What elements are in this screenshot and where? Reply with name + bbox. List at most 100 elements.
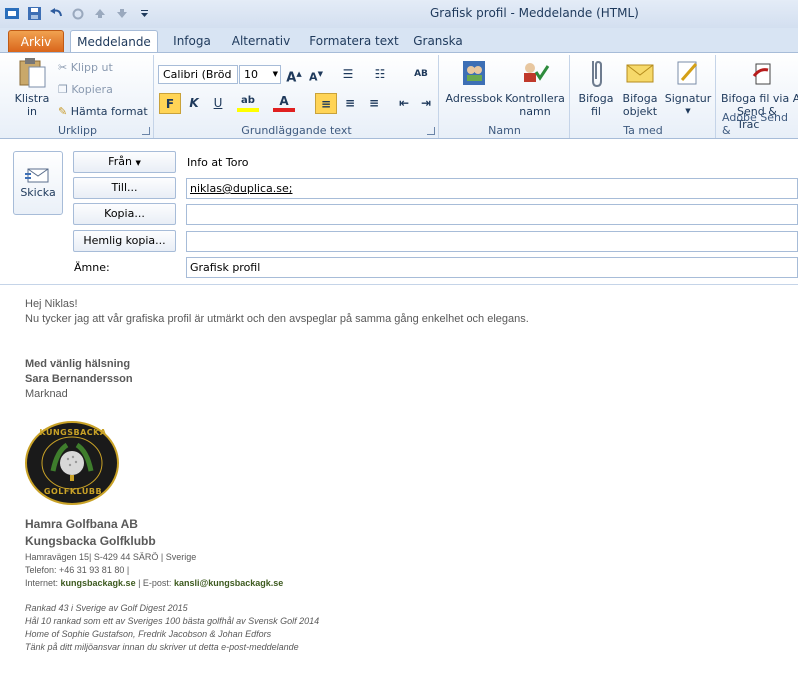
email-label: | E-post: [135, 578, 174, 588]
italic-button[interactable]: K [183, 93, 205, 114]
sender-name: Sara Bernandersson [25, 373, 133, 385]
check-names-button[interactable]: Kontrollera namn [502, 57, 568, 118]
regards: Med vänlig hälsning [25, 358, 131, 370]
decrease-indent-icon[interactable]: ⇤ [393, 93, 415, 114]
dialog-launcher-icon[interactable] [427, 127, 435, 135]
bcc-field[interactable] [186, 231, 798, 252]
sender-dept: Marknad [25, 388, 68, 400]
from-button[interactable]: Från ▼ [73, 151, 176, 173]
info-line-4: Tänk på ditt miljöansvar innan du skrive… [25, 642, 299, 652]
group-names: Adressbok Kontrollera namn Namn [440, 55, 570, 138]
attach-item-button[interactable]: Bifoga objekt [617, 57, 663, 118]
golf-club-logo: KUNGSBACKA GOLFKLUBB [25, 421, 120, 505]
increase-indent-icon[interactable]: ⇥ [415, 93, 437, 114]
group-adobe: Bifoga fil via A Send & Trac Adobe Send … [717, 55, 798, 138]
adobe-group-label: Adobe Send & [722, 111, 788, 137]
subject-field[interactable]: Grafisk profil [186, 257, 798, 278]
address-book-button[interactable]: Adressbok [444, 57, 504, 105]
clipboard-group-label: Urklipp [57, 124, 98, 137]
website-link[interactable]: kungsbackagk.se [61, 578, 136, 588]
address-book-label: Adressbok [445, 92, 503, 105]
up-arrow-icon[interactable] [92, 5, 109, 22]
format-painter-button[interactable]: ✎ Hämta format [58, 105, 148, 118]
customize-toolbar-icon[interactable] [136, 5, 153, 22]
cc-field[interactable] [186, 204, 798, 225]
shrink-font-icon[interactable]: A▼ [305, 64, 327, 85]
subject-label: Ämne: [74, 261, 110, 274]
basic-text-group-label: Grundläggande text [241, 124, 352, 137]
bullets-icon[interactable]: ☰ [337, 64, 359, 85]
adobe-send-label: Bifoga fil via A [721, 92, 798, 105]
attach-item-label: Bifoga [622, 92, 658, 105]
paperclip-icon [580, 57, 612, 89]
tab-meddelande[interactable]: Meddelande [70, 30, 158, 53]
info-line-1: Rankad 43 i Sverige av Golf Digest 2015 [25, 603, 188, 613]
copy-icon: ❐ [58, 83, 72, 96]
greeting: Hej Niklas! [25, 298, 78, 310]
chevron-down-icon: ▼ [685, 107, 691, 115]
internet-label: Internet: [25, 578, 61, 588]
company-address: Hamravägen 15| S-429 44 SÄRÖ | Sverige [25, 552, 197, 562]
redo-icon[interactable] [70, 5, 87, 22]
company-phone: Telefon: +46 31 93 81 80 | [25, 565, 130, 575]
numbering-icon[interactable]: ☷ [369, 64, 391, 85]
envelope-icon [624, 57, 656, 89]
attach-file-button[interactable]: Bifoga fil [573, 57, 619, 118]
brush-icon: ✎ [58, 105, 71, 118]
tab-alternativ[interactable]: Alternativ [228, 30, 294, 53]
from-label: Från [108, 155, 132, 168]
logo-top-text: KUNGSBACKA [39, 428, 107, 437]
font-color-icon[interactable]: A [273, 93, 295, 112]
align-left-icon[interactable]: ≡ [315, 93, 337, 114]
dialog-launcher-icon[interactable] [142, 127, 150, 135]
attach-file-label: Bifoga [578, 92, 614, 105]
grow-font-icon[interactable]: A▲ [283, 64, 305, 85]
font-size-value: 10 [244, 68, 258, 81]
tab-arkiv[interactable]: Arkiv [8, 30, 64, 53]
styles-icon[interactable]: AB [410, 64, 432, 85]
message-body[interactable]: Hej Niklas! Nu tycker jag att vår grafis… [0, 285, 798, 681]
signature-button[interactable]: Signatur ▼ [663, 57, 713, 118]
to-button[interactable]: Till... [73, 177, 176, 199]
down-arrow-icon[interactable] [114, 5, 131, 22]
outlook-icon[interactable] [4, 5, 21, 22]
subject-value: Grafisk profil [190, 261, 261, 274]
bcc-button[interactable]: Hemlig kopia... [73, 230, 176, 252]
quick-access-toolbar [4, 5, 153, 22]
signature-icon [672, 57, 704, 89]
group-clipboard: Klistra in ✂ Klipp ut ❐ Kopiera ✎ Hämta … [2, 55, 154, 138]
paste-label-2: in [26, 105, 38, 118]
cut-button[interactable]: ✂ Klipp ut [58, 61, 113, 74]
undo-icon[interactable] [48, 5, 65, 22]
format-painter-label: Hämta format [70, 105, 148, 118]
to-field[interactable]: niklas@duplica.se; [186, 178, 798, 199]
ribbon: Klistra in ✂ Klipp ut ❐ Kopiera ✎ Hämta … [0, 52, 798, 139]
company-contact: Internet: kungsbackagk.se | E-post: kans… [25, 578, 283, 588]
window-title: Grafisk profil - Meddelande (HTML) [430, 6, 639, 20]
body-text: Nu tycker jag att vår grafiska profil är… [25, 313, 529, 325]
save-icon[interactable] [26, 5, 43, 22]
tab-formatera-text[interactable]: Formatera text [306, 30, 402, 53]
paste-button[interactable]: Klistra in [12, 57, 52, 118]
send-button[interactable]: Skicka [13, 151, 63, 215]
font-size-select[interactable]: 10 ▼ [239, 65, 281, 84]
tab-infoga[interactable]: Infoga [166, 30, 218, 53]
bold-button[interactable]: F [159, 93, 181, 114]
to-recipient[interactable]: niklas@duplica.se; [190, 182, 292, 195]
scissors-icon: ✂ [58, 61, 71, 74]
underline-button[interactable]: U [207, 93, 229, 114]
chevron-down-icon: ▼ [135, 159, 141, 167]
email-link[interactable]: kansli@kungsbackagk.se [174, 578, 283, 588]
names-group-label: Namn [488, 124, 521, 137]
cut-label: Klipp ut [70, 61, 113, 74]
align-center-icon[interactable]: ≡ [339, 93, 361, 114]
copy-button[interactable]: ❐ Kopiera [58, 83, 113, 96]
font-name-select[interactable]: Calibri (Bröd [158, 65, 238, 84]
align-right-icon[interactable]: ≡ [363, 93, 385, 114]
tab-granska[interactable]: Granska [410, 30, 466, 53]
attach-item-label-2: objekt [622, 105, 658, 118]
company-name-2: Kungsbacka Golfklubb [25, 534, 156, 548]
cc-button[interactable]: Kopia... [73, 203, 176, 225]
company-name-1: Hamra Golfbana AB [25, 517, 138, 531]
highlight-icon[interactable]: ab [237, 93, 259, 112]
